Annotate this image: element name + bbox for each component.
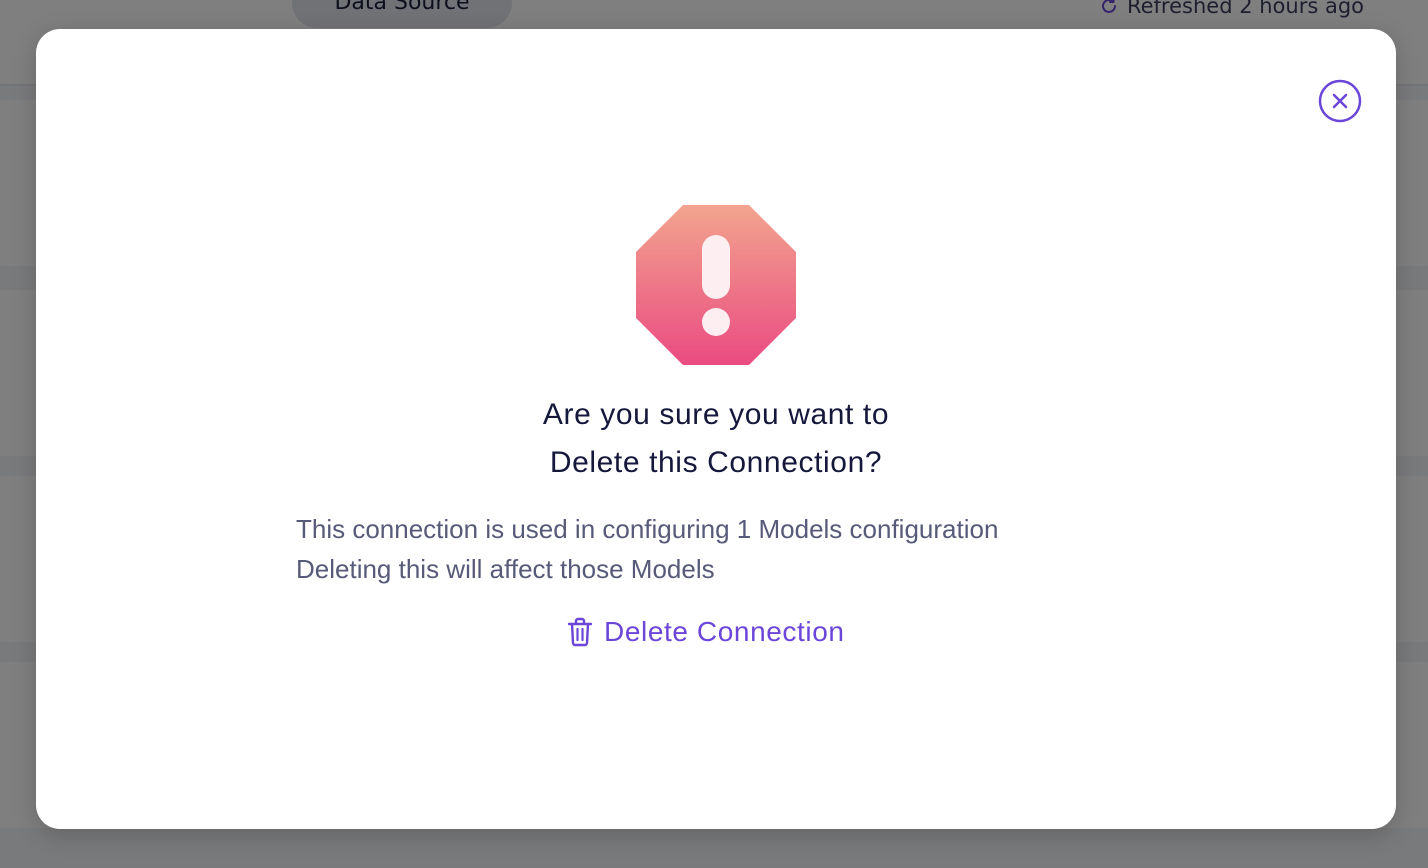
delete-connection-button[interactable]: Delete Connection — [566, 609, 845, 655]
close-circle-icon — [1318, 79, 1362, 123]
octagon-exclamation-icon — [636, 205, 796, 365]
modal-description-line-1: This connection is used in configuring 1… — [296, 514, 999, 544]
delete-connection-modal: Are you sure you want to Delete this Con… — [36, 29, 1396, 829]
modal-title: Are you sure you want to Delete this Con… — [366, 391, 1066, 487]
close-button[interactable] — [1318, 79, 1362, 123]
modal-description: This connection is used in configuring 1… — [296, 509, 1176, 589]
modal-description-line-2: Deleting this will affect those Models — [296, 554, 715, 584]
delete-connection-label: Delete Connection — [604, 616, 845, 647]
modal-title-line-1: Are you sure you want to — [542, 398, 890, 431]
modal-title-line-2: Delete this Connection? — [549, 446, 883, 479]
app-page: Data Source Refreshed 2 hours ago — [0, 0, 1428, 868]
trash-icon — [566, 617, 594, 647]
